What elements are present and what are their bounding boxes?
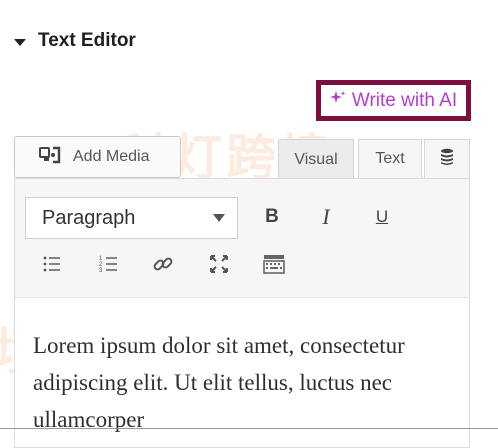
- add-media-label: Add Media: [73, 148, 150, 165]
- fullscreen-icon: [208, 253, 230, 281]
- stack-icon: [439, 148, 455, 171]
- underline-button[interactable]: U: [367, 202, 397, 232]
- section-header[interactable]: Text Editor: [14, 28, 136, 54]
- stack-button[interactable]: [424, 139, 470, 179]
- write-with-ai-button[interactable]: Write with AI: [316, 80, 471, 121]
- bold-button[interactable]: B: [257, 202, 287, 232]
- editor-content[interactable]: Lorem ipsum dolor sit amet, consectetur …: [33, 327, 455, 438]
- numbered-list-icon: 123: [98, 253, 120, 281]
- add-media-button[interactable]: Add Media: [14, 136, 181, 178]
- numbered-list-button[interactable]: 123: [94, 252, 124, 282]
- link-icon: [152, 253, 174, 281]
- tab-text[interactable]: Text: [358, 139, 422, 179]
- write-with-ai-label: Write with AI: [351, 89, 458, 111]
- tab-text-label: Text: [375, 150, 405, 167]
- format-select[interactable]: Paragraph: [25, 197, 238, 239]
- svg-text:3: 3: [99, 268, 103, 274]
- toolbar-toggle-button[interactable]: [259, 252, 289, 282]
- tab-visual[interactable]: Visual: [278, 139, 354, 179]
- toolbar-toggle-icon: [263, 253, 285, 281]
- section-title: Text Editor: [38, 30, 136, 51]
- chevron-down-icon: [213, 214, 225, 222]
- bullet-list-icon: [41, 253, 63, 281]
- add-media-icon: [39, 146, 61, 169]
- sparkle-icon: [329, 90, 346, 112]
- editor-panel: Paragraph B I U 123 Lorem ipsum dolor si…: [14, 178, 470, 448]
- editor-toolbar: Paragraph B I U 123: [15, 179, 469, 298]
- link-button[interactable]: [148, 252, 178, 282]
- divider: [0, 428, 498, 429]
- caret-down-icon: [14, 38, 26, 46]
- fullscreen-button[interactable]: [204, 252, 234, 282]
- tab-visual-label: Visual: [294, 150, 338, 168]
- bullet-list-button[interactable]: [37, 252, 67, 282]
- italic-button[interactable]: I: [311, 202, 341, 232]
- format-select-value: Paragraph: [42, 206, 136, 229]
